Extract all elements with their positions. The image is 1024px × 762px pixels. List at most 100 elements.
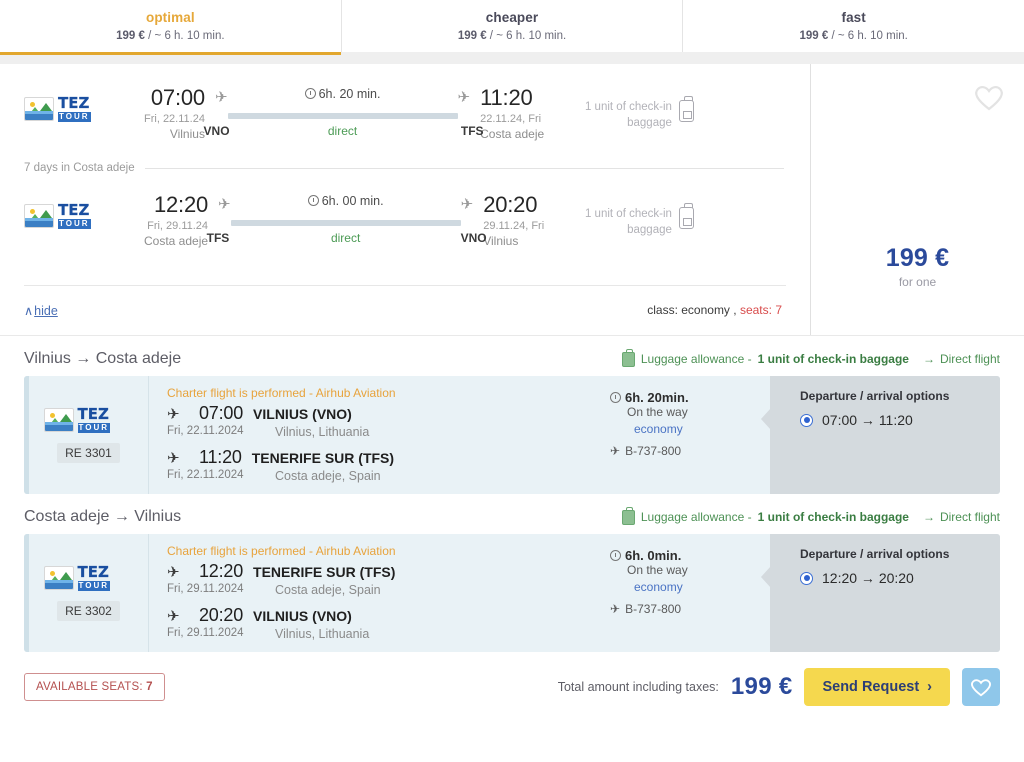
chevron-up-icon: ∧ — [24, 304, 34, 318]
booking-footer: AVAILABLE SEATS: 7 Total amount includin… — [0, 652, 1024, 706]
flight-number: RE 3302 — [57, 601, 120, 621]
flight-card-outbound: TEZ TOUR RE 3301 Charter flight is perfo… — [24, 376, 1000, 494]
flight-departure-airport: TENERIFE SUR (TFS) — [253, 564, 396, 580]
flight-arrival-airport: TENERIFE SUR (TFS) — [251, 450, 395, 466]
takeoff-icon: ✈ — [218, 196, 231, 213]
radio-selected-icon[interactable] — [800, 413, 813, 427]
stops-label: direct — [327, 124, 358, 138]
arrival-block: 20:20 29.11.24, Fri Vilnius — [483, 193, 544, 248]
option-row[interactable]: 07:00 → 11:20 — [800, 412, 1000, 428]
flight-departure-date: Fri, 29.11.2024 — [167, 583, 244, 595]
hide-details-label: hide — [34, 304, 58, 318]
luggage-label: Luggage allowance - — [640, 510, 752, 524]
tab-fast-price: 199 € — [799, 30, 829, 42]
favorite-heart-icon[interactable] — [972, 82, 1006, 112]
leg-duration-text: 6h. 00 min. — [321, 193, 384, 208]
departure-block: 07:00 Fri, 22.11.24 Vilnius — [144, 86, 205, 141]
landing-icon: ✈ — [167, 608, 180, 625]
arrival-airport-code: VNO — [460, 231, 487, 245]
departure-city: Vilnius — [169, 127, 205, 142]
tab-optimal-sub: 199 € / ~ 6 h. 10 min. — [116, 30, 224, 42]
leg-times-outbound: 07:00 Fri, 22.11.24 Vilnius ✈ 6h. 20 min… — [144, 86, 544, 141]
available-seats-label: AVAILABLE SEATS: — [36, 681, 143, 693]
tab-cheaper[interactable]: cheaper 199 € / ~ 6 h. 10 min. — [340, 0, 683, 52]
luggage-allowance: Luggage allowance - 1 unit of check-in b… — [621, 348, 909, 367]
flight-departure-row: ✈ 12:20 TENERIFE SUR (TFS) — [167, 561, 610, 582]
flight-arrival-city: Costa adeje, Spain — [275, 469, 381, 483]
arrow-right-icon: → — [922, 352, 935, 366]
seats-value: 7 — [775, 303, 782, 317]
tab-fast[interactable]: fast 199 € / ~ 6 h. 10 min. — [682, 0, 1024, 52]
stay-duration-row: 7 days in Costa adeje — [24, 159, 810, 177]
send-request-button[interactable]: Send Request › — [804, 668, 950, 706]
summary-footer-divider — [24, 285, 786, 286]
departure-airport-code: VNO — [203, 124, 230, 138]
option-row[interactable]: 12:20 → 20:20 — [800, 570, 1000, 586]
leg-middle-return: 6h. 00 min. direct TFS VNO — [207, 193, 487, 246]
landscape-icon — [24, 204, 54, 228]
itinerary-summary-card: TEZ TOUR 07:00 Fri, 22.11.24 Vilnius ✈ 6… — [0, 64, 1024, 336]
logo-text-tour: TOUR — [58, 112, 91, 122]
clock-icon — [304, 88, 316, 99]
flight-arrival-row: ✈ 20:20 VILNIUS (VNO) — [167, 605, 610, 626]
baggage-cell-return: 1 unit of check-in baggage — [544, 193, 695, 238]
available-seats-badge: AVAILABLE SEATS: 7 — [24, 673, 165, 701]
flight-number: RE 3301 — [57, 443, 120, 463]
arrival-city: Vilnius — [483, 234, 519, 249]
clock-icon — [610, 392, 621, 403]
tab-fast-duration: ~ 6 h. 10 min. — [837, 30, 908, 42]
tez-tour-logo-return: TEZ TOUR — [24, 201, 114, 229]
summary-leg-return: TEZ TOUR 12:20 Fri, 29.11.24 Costa adeje… — [24, 177, 810, 270]
departure-time: 12:20 — [153, 192, 209, 217]
direct-flight-label: Direct flight — [939, 352, 1000, 366]
arrival-city: Costa adeje — [480, 127, 545, 142]
luggage-value: 1 unit of check-in baggage — [757, 352, 909, 366]
add-to-favorites-button[interactable] — [962, 668, 1000, 706]
airplane-icon: ✈ — [610, 444, 621, 458]
flight-departure-row: ✈ 07:00 VILNIUS (VNO) — [167, 403, 610, 424]
segment-outbound: Vilnius → Costa adeje Luggage allowance … — [0, 336, 1024, 494]
flight-arrival-time: 11:20 — [199, 447, 242, 467]
landing-icon: ✈ — [460, 196, 474, 213]
tez-tour-logo: TEZ TOUR — [43, 406, 134, 433]
airline-logo-cell: TEZ TOUR — [24, 86, 144, 122]
departure-date: Fri, 22.11.24 — [144, 113, 205, 126]
flight-departure-city: Vilnius, Lithuania — [275, 425, 370, 439]
logo-text-tez: TEZ — [58, 201, 90, 219]
segment-outbound-header: Vilnius → Costa adeje Luggage allowance … — [24, 336, 1000, 376]
leg-duration: 6h. 00 min. — [307, 193, 384, 208]
arrow-right-icon: → — [922, 510, 935, 524]
departure-city: Costa adeje — [144, 234, 209, 249]
tab-optimal[interactable]: optimal 199 € / ~ 6 h. 10 min. — [0, 0, 341, 55]
summary-footer: ∧hide class: economy , seats: 7 — [24, 285, 786, 335]
send-request-label: Send Request — [822, 679, 920, 695]
segment-return-meta: Luggage allowance - 1 unit of check-in b… — [621, 506, 1000, 525]
segment-outbound-title: Vilnius → Costa adeje — [24, 350, 182, 367]
clock-icon — [307, 195, 319, 206]
departure-time: 07:00 — [150, 85, 205, 110]
arrival-date: 22.11.24, Fri — [480, 113, 542, 126]
on-the-way-label: On the way — [627, 563, 688, 577]
flight-departure-city: Costa adeje, Spain — [275, 583, 381, 597]
flight-arrival-sub: Fri, 29.11.2024 Vilnius, Lithuania — [167, 627, 610, 641]
class-and-seats: class: economy , seats: 7 — [647, 303, 782, 317]
available-seats-value: 7 — [146, 681, 153, 693]
summary-price-note: for one — [898, 275, 937, 289]
aircraft-type: B-737-800 — [625, 444, 682, 458]
class-label: class: economy , — [647, 303, 737, 317]
offer-type-tabs: optimal 199 € / ~ 6 h. 10 min. cheaper 1… — [0, 0, 1024, 55]
cabin-class: economy — [634, 422, 683, 436]
seats-label: seats: — [739, 303, 772, 317]
flight-duration-cell-return: 6h. 0min. On the way economy ✈ B-737-800 — [610, 534, 770, 652]
suitcase-icon — [678, 203, 695, 229]
hide-details-link[interactable]: ∧hide — [24, 303, 58, 318]
segment-return-header: Costa adeje → Vilnius Luggage allowance … — [24, 494, 1000, 534]
tab-optimal-sep: / — [148, 30, 152, 42]
flight-departure-sub: Fri, 29.11.2024 Costa adeje, Spain — [167, 583, 610, 597]
arrival-airport-code: TFS — [460, 124, 484, 138]
options-title: Departure / arrival options — [800, 389, 950, 403]
briefcase-icon — [621, 506, 635, 525]
direct-flight-note: → Direct flight — [923, 352, 1000, 366]
flight-departure-time: 07:00 — [199, 403, 244, 423]
radio-selected-icon[interactable] — [800, 571, 813, 585]
